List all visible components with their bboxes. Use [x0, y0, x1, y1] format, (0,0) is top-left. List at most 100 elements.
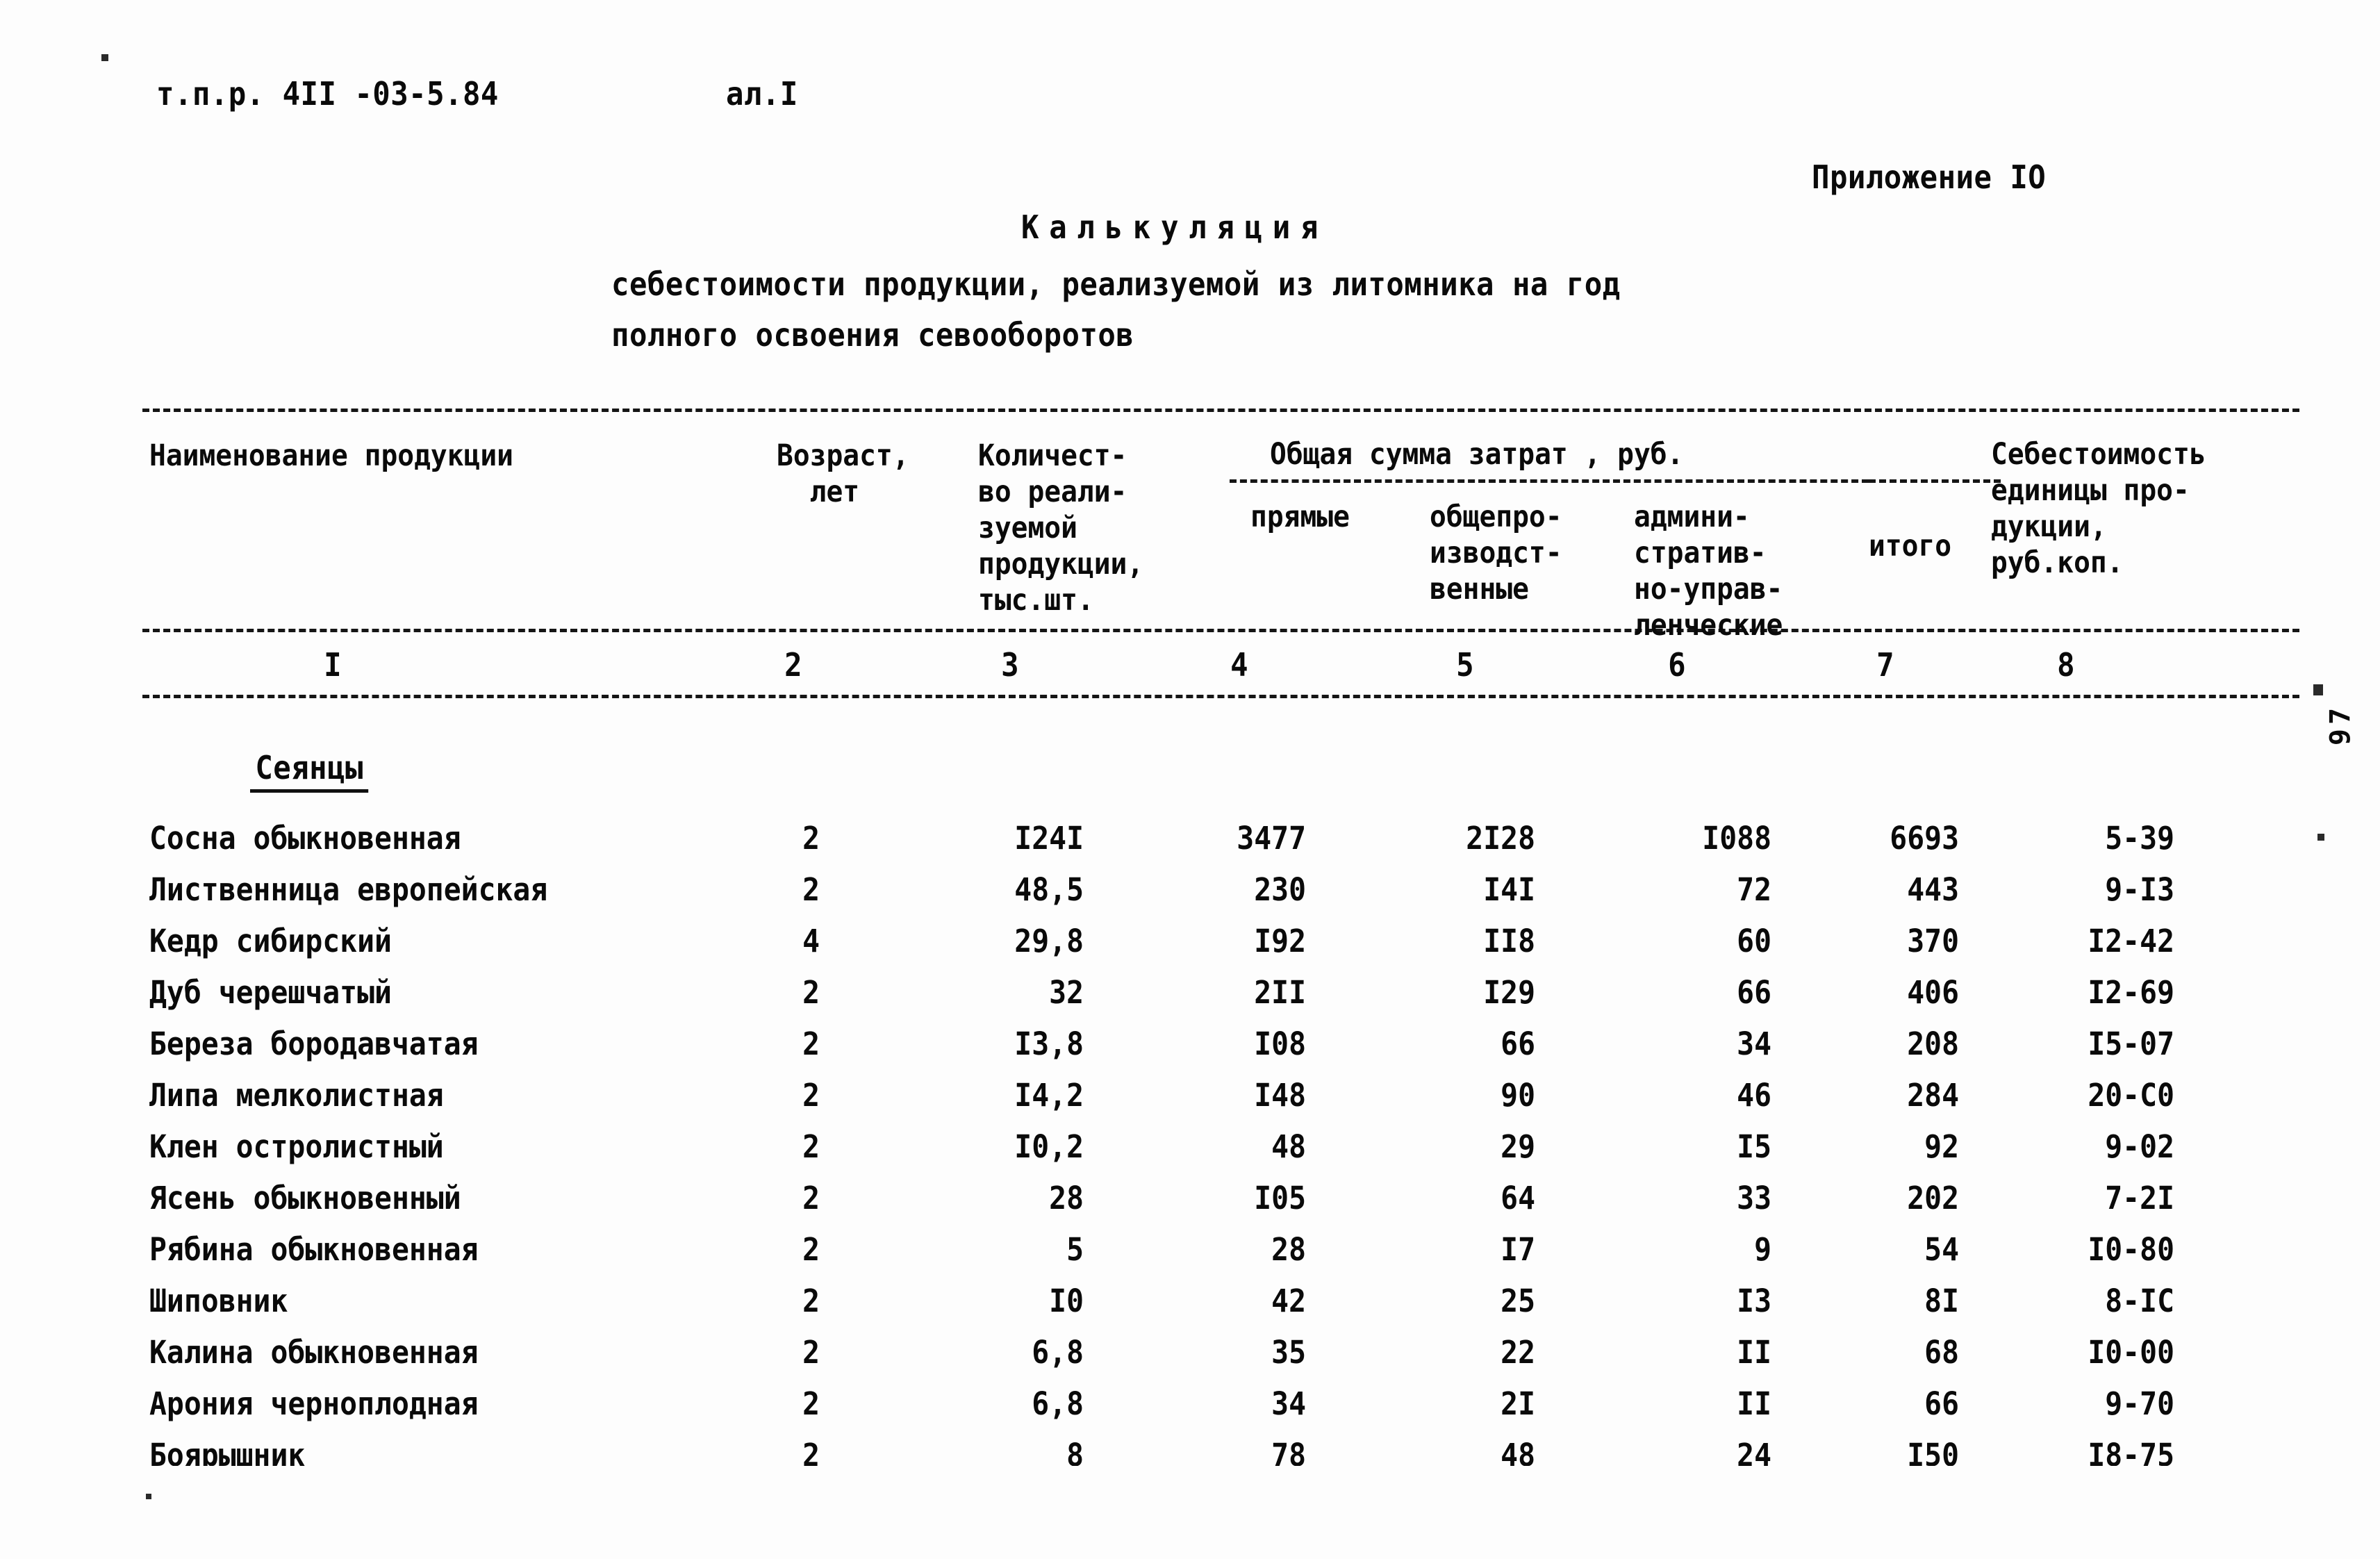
- cell-general: II8: [1483, 923, 1535, 959]
- cell-unit-cost: 8-IC: [2105, 1282, 2174, 1319]
- cell-age: 2: [802, 1437, 820, 1466]
- cell-name: Береза бородавчатая: [149, 1025, 479, 1062]
- table-row: Шиповник 2 I0 42 25 I3 8I 8-IC: [0, 1282, 2380, 1328]
- cell-unit-cost: I0-00: [2088, 1334, 2174, 1371]
- cell-age: 2: [802, 871, 820, 908]
- cell-name: Кедр сибирский: [149, 923, 392, 959]
- cell-unit-cost: 7-2I: [2105, 1180, 2174, 1216]
- cell-admin: II: [1737, 1334, 1771, 1371]
- cell-total: 443: [1907, 871, 1959, 908]
- cell-unit-cost: I8-75: [2088, 1437, 2174, 1466]
- cell-direct: I48: [1254, 1077, 1306, 1114]
- cell-name: Рябина обыкновенная: [149, 1231, 479, 1268]
- cell-total: I50: [1907, 1437, 1959, 1466]
- cell-age: 4: [802, 923, 820, 959]
- cell-name: Лиственница европейская: [149, 871, 548, 908]
- cell-name: Липа мелколистная: [149, 1077, 444, 1114]
- cell-unit-cost: 20-C0: [2088, 1077, 2174, 1114]
- cell-direct: 3477: [1237, 820, 1306, 857]
- cell-qty: I24I: [1014, 820, 1084, 857]
- cell-total: 284: [1907, 1077, 1959, 1114]
- cell-unit-cost: 9-70: [2105, 1385, 2174, 1422]
- cell-admin: 72: [1737, 871, 1771, 908]
- cell-general: 66: [1501, 1025, 1535, 1062]
- table-row: Кедр сибирский 4 29,8 I92 II8 60 370 I2-42: [0, 923, 2380, 968]
- cell-admin: 34: [1737, 1025, 1771, 1062]
- cell-total: 370: [1907, 923, 1959, 959]
- cell-qty: I4,2: [1014, 1077, 1084, 1114]
- cell-name: Сосна обыкновенная: [149, 820, 461, 857]
- cell-qty: I0: [1049, 1282, 1084, 1319]
- cell-total: 68: [1924, 1334, 1959, 1371]
- cell-admin: 9: [1754, 1231, 1771, 1268]
- cell-unit-cost: I0-80: [2088, 1231, 2174, 1268]
- cell-general: I29: [1483, 974, 1535, 1011]
- cell-age: 2: [802, 974, 820, 1011]
- table-row: Сосна обыкновенная 2 I24I 3477 2I28 I088 6693 5…: [0, 820, 2380, 866]
- cell-direct: 35: [1271, 1334, 1306, 1371]
- cell-admin: 33: [1737, 1180, 1771, 1216]
- cell-age: 2: [802, 1231, 820, 1268]
- cell-admin: 60: [1737, 923, 1771, 959]
- table-row: Липа мелколистная 2 I4,2 I48 90 46 284 20-C0: [0, 1077, 2380, 1123]
- cell-admin: I5: [1737, 1128, 1771, 1165]
- cell-admin: II: [1737, 1385, 1771, 1422]
- cell-name: Клен остролистный: [149, 1128, 444, 1165]
- scan-speckle: [101, 54, 108, 61]
- table-row: Рябина обыкновенная 2 5 28 I7 9 54 I0-80: [0, 1231, 2380, 1277]
- margin-page-number: 97: [2324, 703, 2356, 746]
- cell-direct: 48: [1271, 1128, 1306, 1165]
- cell-name: Калина обыкновенная: [149, 1334, 479, 1371]
- cell-total: 202: [1907, 1180, 1959, 1216]
- cell-admin: 66: [1737, 974, 1771, 1011]
- cell-total: 54: [1924, 1231, 1959, 1268]
- cell-general: 2I28: [1466, 820, 1535, 857]
- cell-total: 6693: [1890, 820, 1959, 857]
- scan-speckle: [146, 1494, 151, 1499]
- cell-unit-cost: 5-39: [2105, 820, 2174, 857]
- cell-age: 2: [802, 1180, 820, 1216]
- cell-age: 2: [802, 820, 820, 857]
- table-row: Ясень обыкновенный 2 28 I05 64 33 202 7-2I: [0, 1180, 2380, 1226]
- cell-admin: 46: [1737, 1077, 1771, 1114]
- table-row: Клен остролистный 2 I0,2 48 29 I5 92 9-02: [0, 1128, 2380, 1174]
- scan-speckle: [2313, 684, 2323, 695]
- cell-age: 2: [802, 1334, 820, 1371]
- cell-direct: 78: [1271, 1437, 1306, 1466]
- cell-admin: 24: [1737, 1437, 1771, 1466]
- cell-qty: 28: [1049, 1180, 1084, 1216]
- cell-unit-cost: 9-I3: [2105, 871, 2174, 908]
- cell-name: Боярышник: [149, 1437, 306, 1466]
- table-row: Боярышник 2 8 78 48 24 I50 I8-75: [0, 1437, 2380, 1466]
- cell-general: I7: [1501, 1231, 1535, 1268]
- cell-total: 208: [1907, 1025, 1959, 1062]
- cell-direct: I08: [1254, 1025, 1306, 1062]
- cell-general: 25: [1501, 1282, 1535, 1319]
- cell-admin: I3: [1737, 1282, 1771, 1319]
- cell-unit-cost: I5-07: [2088, 1025, 2174, 1062]
- cell-direct: 34: [1271, 1385, 1306, 1422]
- cell-age: 2: [802, 1025, 820, 1062]
- table-row: Береза бородавчатая 2 I3,8 I08 66 34 208 I5-07: [0, 1025, 2380, 1071]
- cell-qty: I3,8: [1014, 1025, 1084, 1062]
- cell-general: 22: [1501, 1334, 1535, 1371]
- scan-speckle: [2317, 834, 2324, 841]
- document-page: т.п.р. 4II -03-5.84 ал.I Приложение IO К…: [0, 0, 2380, 1559]
- cell-general: 64: [1501, 1180, 1535, 1216]
- cell-unit-cost: I2-42: [2088, 923, 2174, 959]
- table-body: Сосна обыкновенная 2 I24I 3477 2I28 I088 6693 5…: [0, 0, 2380, 1559]
- cell-admin: I088: [1702, 820, 1771, 857]
- cell-general: 90: [1501, 1077, 1535, 1114]
- cell-direct: 230: [1254, 871, 1306, 908]
- cell-unit-cost: 9-02: [2105, 1128, 2174, 1165]
- cell-name: Дуб черешчатый: [149, 974, 392, 1011]
- cell-general: I4I: [1483, 871, 1535, 908]
- cell-qty: 6,8: [1032, 1385, 1084, 1422]
- cell-qty: 32: [1049, 974, 1084, 1011]
- table-row: Калина обыкновенная 2 6,8 35 22 II 68 I0-00: [0, 1334, 2380, 1380]
- cell-qty: 48,5: [1014, 871, 1084, 908]
- cell-direct: 42: [1271, 1282, 1306, 1319]
- cell-total: 8I: [1924, 1282, 1959, 1319]
- cell-age: 2: [802, 1385, 820, 1422]
- cell-total: 66: [1924, 1385, 1959, 1422]
